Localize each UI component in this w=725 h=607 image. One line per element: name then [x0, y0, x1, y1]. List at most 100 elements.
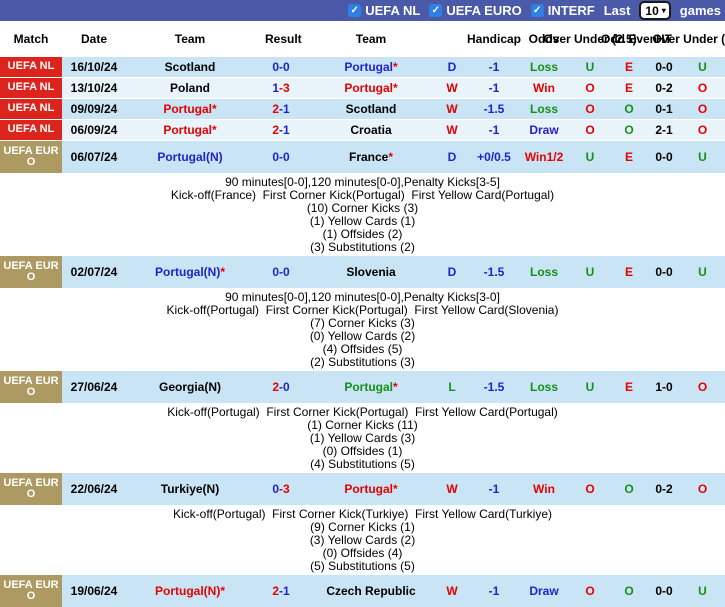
away-team-name: Portugal: [344, 482, 393, 496]
home-team-name: Portugal: [163, 123, 212, 137]
header-team-right: Team: [308, 33, 434, 45]
match-row: UEFA NL 16/10/24 Scotland 0-0 Portugal* …: [0, 57, 725, 78]
odd-even-result: E: [610, 60, 648, 74]
handicap-outcome: D: [434, 60, 470, 74]
result-score: 2-1: [254, 123, 308, 137]
home-team-name: Scotland: [165, 60, 216, 74]
away-team-name: Czech Republic: [326, 584, 415, 598]
competition-badge: UEFA EURO: [0, 575, 62, 607]
last-games-select[interactable]: 10 ▾: [639, 1, 670, 20]
filter-uefa-euro[interactable]: ✓ UEFA EURO: [429, 3, 521, 18]
kickoff-star-icon: *: [393, 380, 398, 394]
competition-badge: UEFA NL: [0, 120, 62, 140]
away-team: Scotland: [308, 102, 434, 116]
ht-score: 1-0: [648, 380, 680, 394]
ht-score: 0-2: [648, 482, 680, 496]
handicap-outcome: D: [434, 150, 470, 164]
handicap-outcome: W: [434, 81, 470, 95]
result-score: 0-0: [254, 150, 308, 164]
over-under-25-result: O: [570, 102, 610, 116]
match-history-page: ✓ UEFA NL ✓ UEFA EURO ✓ INTERF Last 10 ▾…: [0, 0, 725, 607]
kickoff-star-icon: *: [212, 102, 217, 116]
checkbox-checked-icon[interactable]: ✓: [348, 4, 361, 17]
result-score: 2-1: [254, 102, 308, 116]
home-team: Scotland: [126, 60, 254, 74]
ht-score: 2-1: [648, 123, 680, 137]
handicap-line: +0/0.5: [470, 150, 518, 164]
handicap-line: -1: [470, 584, 518, 598]
match-date: 19/06/24: [62, 584, 126, 598]
handicap-outcome: W: [434, 584, 470, 598]
match-details: 90 minutes[0-0],120 minutes[0-0],Penalty…: [0, 289, 725, 371]
over-under-25-result: U: [570, 265, 610, 279]
home-team: Portugal*: [126, 102, 254, 116]
handicap-line: -1: [470, 123, 518, 137]
handicap-line: -1.5: [470, 102, 518, 116]
home-score: 2: [272, 380, 279, 394]
ht-score: 0-2: [648, 81, 680, 95]
away-team: Slovenia: [308, 265, 434, 279]
result-score: 0-3: [254, 482, 308, 496]
competition-badge: UEFA EURO: [0, 256, 62, 288]
filter-uefa-euro-label: UEFA EURO: [446, 3, 521, 18]
match-table-body: UEFA NL 16/10/24 Scotland 0-0 Portugal* …: [0, 57, 725, 607]
header-match: Match: [0, 33, 62, 45]
handicap-outcome: L: [434, 380, 470, 394]
checkbox-checked-icon[interactable]: ✓: [429, 4, 442, 17]
over-under-075-result: O: [680, 102, 725, 116]
filter-toolbar: ✓ UEFA NL ✓ UEFA EURO ✓ INTERF Last 10 ▾…: [0, 0, 725, 21]
home-team: Turkiye(N): [126, 482, 254, 496]
result-score: 2-1: [254, 584, 308, 598]
chevron-down-icon: ▾: [662, 7, 666, 15]
home-score: 2: [272, 102, 279, 116]
over-under-25-result: O: [570, 584, 610, 598]
detail-line: (2) Substitutions (3): [0, 356, 725, 369]
checkbox-checked-icon[interactable]: ✓: [531, 4, 544, 17]
home-score: 0: [272, 60, 279, 74]
competition-badge: UEFA NL: [0, 99, 62, 119]
competition-badge: UEFA NL: [0, 78, 62, 98]
header-result: Result: [254, 33, 308, 45]
home-team-name: Turkiye(N): [161, 482, 219, 496]
result-score: 0-0: [254, 60, 308, 74]
home-score: 0: [272, 482, 279, 496]
odd-even-result: E: [610, 81, 648, 95]
match-date: 06/07/24: [62, 150, 126, 164]
away-score: -0: [279, 380, 290, 394]
ht-score: 0-0: [648, 60, 680, 74]
competition-badge: UEFA EURO: [0, 141, 62, 173]
handicap-outcome: W: [434, 482, 470, 496]
competition-badge: UEFA EURO: [0, 473, 62, 505]
handicap-outcome: W: [434, 102, 470, 116]
odd-even-result: O: [610, 102, 648, 116]
header-handicap: Handicap: [470, 33, 518, 45]
filter-interf[interactable]: ✓ INTERF: [531, 3, 595, 18]
away-team-name: Portugal: [344, 81, 393, 95]
match-details: Kick-off(Portugal) First Corner Kick(Tur…: [0, 506, 725, 575]
handicap-outcome: W: [434, 123, 470, 137]
handicap-line: -1: [470, 482, 518, 496]
home-team-name: Portugal(N): [157, 150, 222, 164]
detail-line: (5) Substitutions (5): [0, 560, 725, 573]
home-team: Portugal(N)*: [126, 265, 254, 279]
over-under-075-result: U: [680, 60, 725, 74]
odd-even-result: E: [610, 380, 648, 394]
home-score: 2: [272, 123, 279, 137]
filter-uefa-nl[interactable]: ✓ UEFA NL: [348, 3, 420, 18]
games-label: games: [680, 3, 721, 18]
over-under-075-result: O: [680, 380, 725, 394]
away-team: France*: [308, 150, 434, 164]
away-score: -1: [279, 584, 290, 598]
filter-uefa-nl-label: UEFA NL: [365, 3, 420, 18]
kickoff-star-icon: *: [388, 150, 393, 164]
away-team-name: Slovenia: [346, 265, 395, 279]
odds-result: Loss: [518, 265, 570, 279]
match-date: 13/10/24: [62, 81, 126, 95]
home-team-name: Georgia(N): [159, 380, 221, 394]
match-date: 22/06/24: [62, 482, 126, 496]
match-row: UEFA EURO 06/07/24 Portugal(N) 0-0 Franc…: [0, 141, 725, 174]
odds-result: Loss: [518, 60, 570, 74]
home-score: 1: [272, 81, 279, 95]
table-header: Match Date Team Result Team Handicap Odd…: [0, 21, 725, 57]
away-score: -0: [279, 150, 290, 164]
